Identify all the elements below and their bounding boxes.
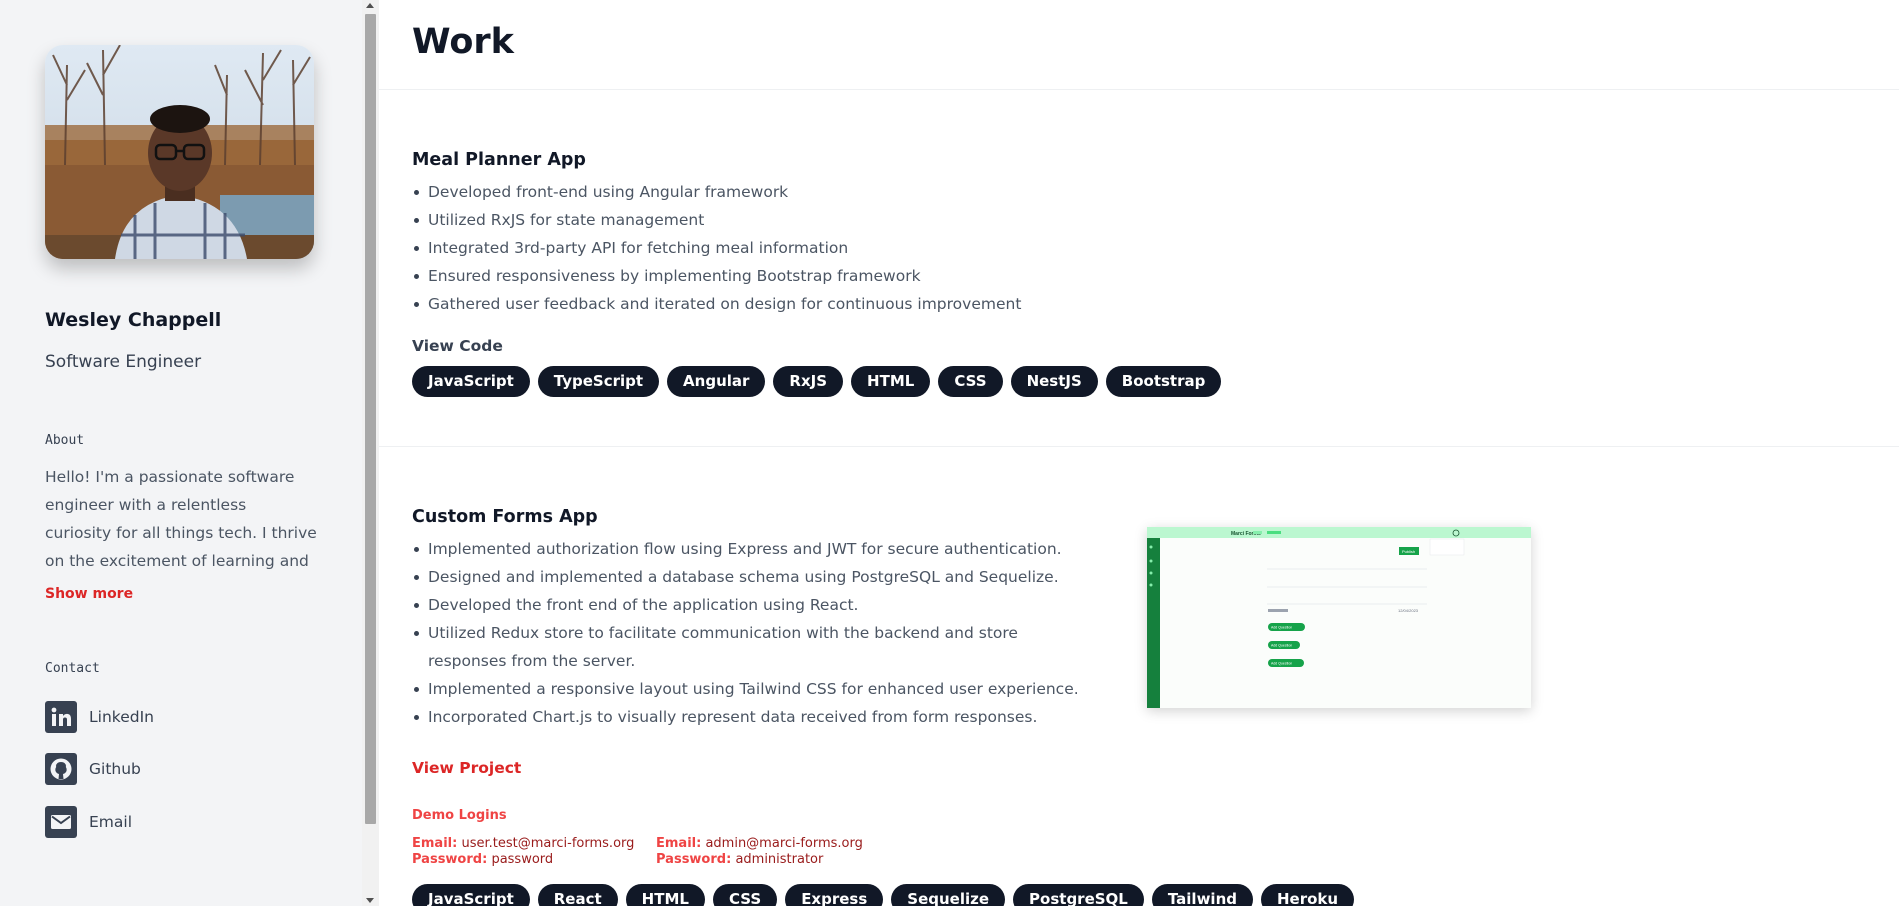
preview-date: 12/04/2023 — [1398, 608, 1419, 613]
profile-photo — [45, 45, 314, 259]
contact-label: Email — [89, 813, 133, 831]
avatar — [45, 45, 314, 259]
project-screenshot[interactable]: Marci Forms Publish 12/04/2023 Add Quest… — [1147, 527, 1531, 708]
tech-tag: JavaScript — [412, 884, 530, 906]
preview-button: Add Question — [1271, 626, 1292, 630]
email-key: Email: — [412, 836, 458, 851]
about-text: Hello! I'm a passionate software enginee… — [45, 468, 317, 570]
tech-tag: HTML — [625, 884, 705, 906]
tech-tag: CSS — [938, 366, 1003, 397]
tech-tag: Heroku — [1261, 884, 1355, 906]
project-title: Meal Planner App — [412, 150, 586, 170]
view-code-link[interactable]: View Code — [412, 337, 503, 355]
list-item: Implemented a responsive layout using Ta… — [412, 675, 1092, 703]
contact-email-link[interactable]: Email — [45, 806, 132, 838]
show-more-button[interactable]: Show more — [45, 586, 133, 602]
contact-linkedin-link[interactable]: LinkedIn — [45, 701, 154, 733]
profile-name: Wesley Chappell — [45, 309, 222, 331]
sidebar-scrollbar[interactable] — [362, 0, 379, 906]
scroll-down-icon[interactable] — [366, 898, 374, 903]
tech-tag: Express — [785, 884, 884, 906]
tech-tag: Tailwind — [1151, 884, 1253, 906]
divider — [379, 446, 1899, 447]
preview-button: Add Question — [1271, 662, 1292, 666]
page-title: Work — [412, 22, 514, 62]
tech-tag: PostgreSQL — [1013, 884, 1144, 906]
tech-tag: Bootstrap — [1105, 366, 1222, 397]
list-item: Implemented authorization flow using Exp… — [412, 535, 1092, 563]
tech-tag: React — [537, 884, 618, 906]
list-item: Utilized RxJS for state management — [412, 206, 1021, 234]
contact-label: Github — [89, 760, 141, 778]
tech-tags: JavaScript React HTML CSS Express Sequel… — [412, 884, 1355, 906]
demo-password: password — [491, 852, 554, 867]
view-project-link[interactable]: View Project — [412, 759, 521, 777]
demo-logins-heading: Demo Logins — [412, 808, 507, 823]
tech-tag: CSS — [712, 884, 778, 906]
tech-tags: JavaScript TypeScript Angular RxJS HTML … — [412, 366, 1222, 397]
list-item: Utilized Redux store to facilitate commu… — [412, 619, 1092, 675]
profile-role: Software Engineer — [45, 352, 202, 372]
project-bullets: Developed front-end using Angular framew… — [412, 178, 1021, 318]
email-key: Email: — [656, 836, 702, 851]
demo-email: user.test@marci-forms.org — [461, 836, 635, 851]
password-key: Password: — [412, 852, 488, 867]
app-preview-image: Marci Forms Publish 12/04/2023 Add Quest… — [1147, 527, 1531, 708]
linkedin-icon — [45, 701, 77, 733]
contact-label: LinkedIn — [89, 708, 154, 726]
list-item: Integrated 3rd-party API for fetching me… — [412, 234, 1021, 262]
demo-login-user: Email: user.test@marci-forms.org Passwor… — [412, 836, 634, 868]
demo-email: admin@marci-forms.org — [705, 836, 863, 851]
tech-tag: TypeScript — [537, 366, 660, 397]
list-item: Incorporated Chart.js to visually repres… — [412, 703, 1092, 731]
divider — [379, 89, 1899, 90]
list-item: Developed the front end of the applicati… — [412, 591, 1092, 619]
list-item: Designed and implemented a database sche… — [412, 563, 1092, 591]
list-item: Developed front-end using Angular framew… — [412, 178, 1021, 206]
scroll-up-icon[interactable] — [366, 3, 374, 8]
demo-login-admin: Email: admin@marci-forms.org Password: a… — [656, 836, 863, 868]
preview-button: Add Question — [1271, 644, 1292, 648]
contact-heading: Contact — [45, 661, 100, 676]
tech-tag: RxJS — [773, 366, 844, 397]
main-content: Work Meal Planner App Developed front-en… — [379, 0, 1899, 906]
email-icon — [45, 806, 77, 838]
project-title: Custom Forms App — [412, 507, 598, 527]
github-icon — [45, 753, 77, 785]
contact-github-link[interactable]: Github — [45, 753, 141, 785]
about-heading: About — [45, 433, 85, 448]
tech-tag: Sequelize — [891, 884, 1006, 906]
list-item: Gathered user feedback and iterated on d… — [412, 290, 1021, 318]
tech-tag: Angular — [667, 366, 766, 397]
demo-password: administrator — [735, 852, 824, 867]
preview-publish: Publish — [1402, 549, 1415, 554]
tech-tag: NestJS — [1010, 366, 1098, 397]
tech-tag: JavaScript — [412, 366, 530, 397]
scroll-thumb[interactable] — [365, 14, 376, 824]
password-key: Password: — [656, 852, 732, 867]
list-item: Ensured responsiveness by implementing B… — [412, 262, 1021, 290]
project-bullets: Implemented authorization flow using Exp… — [412, 535, 1092, 731]
tech-tag: HTML — [851, 366, 931, 397]
sidebar: Wesley Chappell Software Engineer About … — [0, 0, 362, 906]
